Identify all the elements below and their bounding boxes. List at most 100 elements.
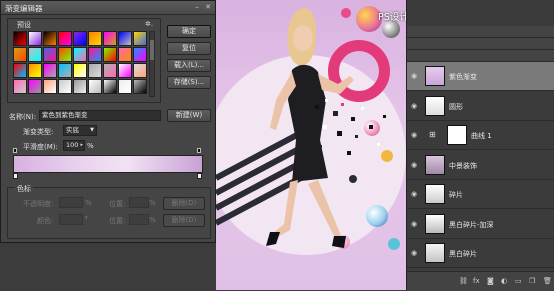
layer-row[interactable]: ◉ 碎片: [407, 180, 554, 209]
preset-swatch[interactable]: [88, 63, 102, 78]
preset-swatch[interactable]: [118, 47, 132, 62]
preset-swatch[interactable]: [13, 31, 27, 46]
curves-adjustment-icon[interactable]: ⊞: [429, 130, 436, 139]
preset-swatch[interactable]: [13, 47, 27, 62]
preset-swatch[interactable]: [28, 79, 42, 94]
layer-row[interactable]: ◉ 紫色渐变: [407, 62, 554, 91]
document-canvas[interactable]: [216, 0, 406, 290]
save-button[interactable]: 存储(S)...: [167, 76, 211, 89]
preset-swatch[interactable]: [28, 31, 42, 46]
preset-swatch[interactable]: [58, 47, 72, 62]
preset-swatch[interactable]: [58, 79, 72, 94]
new-layer-icon[interactable]: ❐: [529, 277, 535, 285]
preset-swatch[interactable]: [118, 63, 132, 78]
eye-icon[interactable]: ◉: [411, 220, 417, 228]
preset-swatch[interactable]: [73, 79, 87, 94]
delete-opacity-stop-button[interactable]: 删除(D): [163, 197, 205, 210]
preset-swatch[interactable]: [43, 47, 57, 62]
opacity-stop[interactable]: [13, 148, 17, 153]
preset-swatch[interactable]: [103, 47, 117, 62]
preset-swatch[interactable]: [103, 31, 117, 46]
eye-icon[interactable]: ◉: [411, 249, 417, 257]
preset-swatch[interactable]: [58, 63, 72, 78]
eye-icon[interactable]: ◉: [411, 72, 417, 80]
chevron-down-icon: ▾: [85, 215, 88, 221]
color-stop[interactable]: [197, 173, 202, 179]
minimize-icon[interactable]: –: [193, 3, 201, 11]
preset-swatch[interactable]: [43, 31, 57, 46]
layer-thumbnail[interactable]: [425, 95, 445, 116]
preset-swatch[interactable]: [88, 31, 102, 46]
layer-thumbnail[interactable]: [425, 154, 445, 175]
mask-icon[interactable]: ◙: [487, 277, 494, 285]
ok-button[interactable]: 确定: [167, 25, 211, 38]
layer-thumbnail[interactable]: [425, 243, 445, 263]
smoothness-field[interactable]: 100 ▸: [63, 140, 85, 151]
layer-row[interactable]: ◉ 黑白碎片: [407, 239, 554, 268]
dialog-titlebar[interactable]: 渐变编辑器 – ✕: [1, 1, 215, 15]
gradient-preview-bar[interactable]: [13, 155, 203, 173]
preset-swatch[interactable]: [43, 79, 57, 94]
eye-icon[interactable]: ◉: [411, 102, 417, 110]
layers-panel-lock-row: [407, 50, 554, 62]
layer-thumbnail[interactable]: [425, 213, 445, 234]
preset-swatch[interactable]: [73, 47, 87, 62]
preset-swatch[interactable]: [43, 63, 57, 78]
layer-row[interactable]: ◉ 中景装饰: [407, 151, 554, 180]
reset-button[interactable]: 复位: [167, 42, 211, 55]
folder-icon[interactable]: ▭: [515, 277, 522, 285]
new-button[interactable]: 新建(W): [167, 109, 211, 122]
eye-icon[interactable]: ◉: [411, 161, 417, 169]
color-stop[interactable]: [13, 173, 18, 179]
name-field[interactable]: 紫色到紫色渐变: [39, 110, 161, 121]
layer-thumbnail[interactable]: [425, 66, 445, 86]
load-button[interactable]: 载入(L)...: [167, 59, 211, 72]
dialog-title: 渐变编辑器: [5, 4, 43, 13]
layer-row[interactable]: ◉ 黑白碎片-加深: [407, 210, 554, 239]
layer-row[interactable]: ◉ 圆形: [407, 92, 554, 121]
scrollbar-thumb[interactable]: [150, 40, 154, 60]
presets-scrollbar[interactable]: [149, 31, 155, 97]
preset-swatch[interactable]: [118, 31, 132, 46]
preset-swatch[interactable]: [13, 79, 27, 94]
preset-swatch[interactable]: [133, 79, 147, 94]
layer-name: 碎片: [449, 191, 463, 199]
preset-swatch[interactable]: [133, 31, 147, 46]
layer-name: 曲线 1: [471, 132, 492, 140]
layer-mask-thumbnail[interactable]: [447, 125, 467, 145]
gradient-type-select[interactable]: 实底 ▼: [63, 125, 97, 136]
stops-group: [7, 187, 211, 239]
link-icon[interactable]: ⛓: [459, 277, 468, 285]
adjustment-icon[interactable]: ◐: [501, 277, 507, 285]
preset-swatch[interactable]: [133, 47, 147, 62]
preset-swatch[interactable]: [58, 31, 72, 46]
preset-swatch[interactable]: [103, 63, 117, 78]
preset-swatch[interactable]: [103, 79, 117, 94]
color-swatch-field[interactable]: [59, 214, 83, 225]
preset-swatch[interactable]: [73, 31, 87, 46]
close-icon[interactable]: ✕: [204, 3, 212, 11]
preset-swatch[interactable]: [88, 47, 102, 62]
preset-swatch[interactable]: [28, 63, 42, 78]
name-label: 名称(N):: [9, 113, 37, 121]
preset-swatch[interactable]: [88, 79, 102, 94]
eye-icon[interactable]: ◉: [411, 190, 417, 198]
color-location-field[interactable]: [129, 214, 149, 225]
preset-swatch[interactable]: [118, 79, 132, 94]
presets-label: 预设: [17, 21, 31, 29]
opacity-location-field[interactable]: [129, 197, 149, 208]
eye-icon[interactable]: ◉: [411, 131, 417, 139]
layer-row[interactable]: ◉ ⊞ 曲线 1: [407, 121, 554, 150]
layers-panel-options: [407, 38, 554, 50]
gear-icon[interactable]: ✲.: [145, 20, 153, 28]
delete-color-stop-button[interactable]: 删除(D): [163, 214, 205, 227]
layer-thumbnail[interactable]: [425, 184, 445, 204]
preset-swatch[interactable]: [28, 47, 42, 62]
opacity-field[interactable]: [59, 197, 83, 208]
trash-icon[interactable]: 🗑: [543, 277, 552, 285]
fx-icon[interactable]: fx: [473, 277, 480, 285]
preset-swatch[interactable]: [73, 63, 87, 78]
preset-swatch[interactable]: [13, 63, 27, 78]
opacity-stop[interactable]: [197, 148, 201, 153]
preset-swatch[interactable]: [133, 63, 147, 78]
